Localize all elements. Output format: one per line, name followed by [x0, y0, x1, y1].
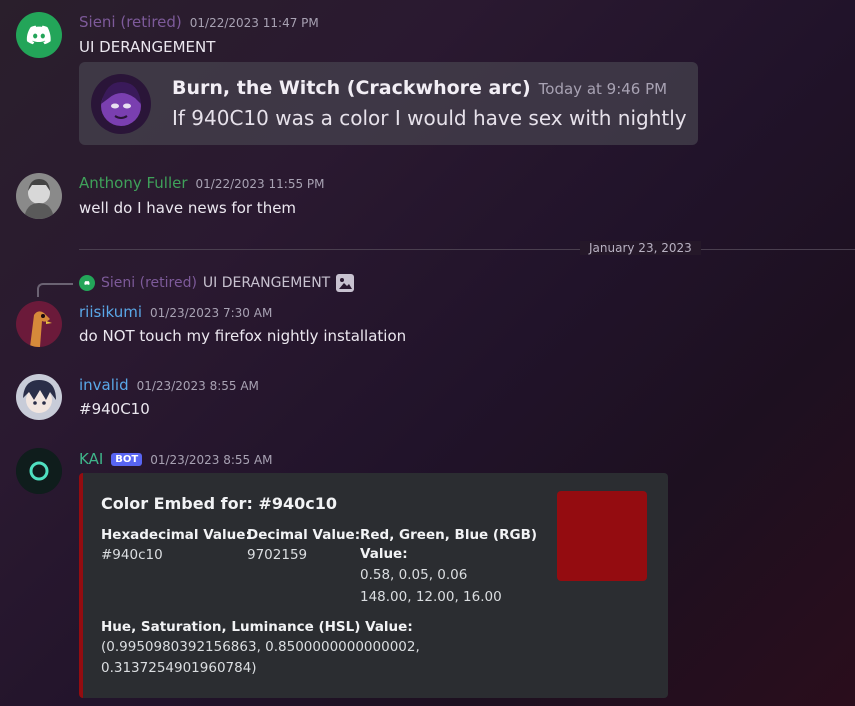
field-name-decimal: Decimal Value:	[247, 527, 361, 543]
timestamp: 01/23/2023 8:55 AM	[136, 379, 259, 393]
reply-author[interactable]: Sieni (retired)	[101, 275, 197, 291]
field-value-rgb-line2: 148.00, 12.00, 16.00	[360, 589, 502, 605]
avatar-riisikumi[interactable]	[16, 301, 62, 347]
color-embed: Color Embed for: #940c10 Hexadecimal Val…	[79, 473, 668, 698]
field-value-hsl-line1: (0.9950980392156863, 0.8500000000000002,	[101, 639, 420, 655]
field-value-hsl-line2: 0.3137254901960784)	[101, 660, 257, 676]
message-text: do NOT touch my firefox nightly installa…	[79, 327, 407, 345]
discord-logo-icon	[26, 25, 51, 45]
field-value-hex: #940c10	[101, 547, 163, 563]
color-embed-title: Color Embed for: #940c10	[101, 494, 337, 513]
date-divider-label: January 23, 2023	[580, 241, 701, 255]
field-value-rgb-line1: 0.58, 0.05, 0.06	[360, 567, 468, 583]
author-name[interactable]: invalid	[79, 376, 129, 394]
avatar-sieni[interactable]	[16, 12, 62, 58]
embed-title[interactable]: Burn, the Witch (Crackwhore arc) Today at…	[172, 77, 667, 99]
date-divider	[79, 249, 855, 250]
field-name-hsl: Hue, Saturation, Luminance (HSL) Value:	[101, 619, 413, 635]
embed-title-text: Burn, the Witch (Crackwhore arc)	[172, 77, 531, 99]
field-name-rgb-line1: Red, Green, Blue (RGB)	[360, 527, 538, 543]
field-name-hex: Hexadecimal Value:	[101, 527, 251, 543]
avatar-anthony[interactable]	[16, 173, 62, 219]
author-name[interactable]: Sieni (retired)	[79, 13, 182, 31]
field-name-rgb-line2: Value:	[360, 546, 408, 562]
message-text: well do I have news for them	[79, 199, 297, 217]
avatar-kai[interactable]	[16, 448, 62, 494]
message-text: UI DERANGEMENT	[79, 38, 216, 56]
quote-embed: Burn, the Witch (Crackwhore arc) Today at…	[79, 62, 698, 145]
embed-text: If 940C10 was a color I would have sex w…	[172, 106, 687, 130]
timestamp: 01/23/2023 8:55 AM	[150, 453, 273, 467]
timestamp: 01/22/2023 11:47 PM	[189, 16, 319, 30]
message-text: #940C10	[79, 400, 150, 418]
timestamp: 01/23/2023 7:30 AM	[150, 306, 273, 320]
reply-connector	[37, 283, 73, 297]
author-name[interactable]: Anthony Fuller	[79, 174, 188, 192]
embed-avatar	[91, 74, 151, 134]
color-swatch[interactable]	[557, 491, 647, 581]
reply-reference[interactable]: Sieni (retired) UI DERANGEMENT	[79, 274, 355, 292]
bot-badge: BOT	[111, 453, 143, 466]
avatar-invalid[interactable]	[16, 374, 62, 420]
field-value-decimal: 9702159	[247, 547, 308, 563]
embed-time: Today at 9:46 PM	[538, 80, 668, 98]
author-name[interactable]: KAI	[79, 450, 103, 468]
reply-text: UI DERANGEMENT	[202, 275, 331, 291]
timestamp: 01/22/2023 11:55 PM	[195, 177, 325, 191]
author-name[interactable]: riisikumi	[79, 303, 142, 321]
reply-avatar-icon	[79, 275, 95, 291]
image-icon	[336, 274, 355, 292]
